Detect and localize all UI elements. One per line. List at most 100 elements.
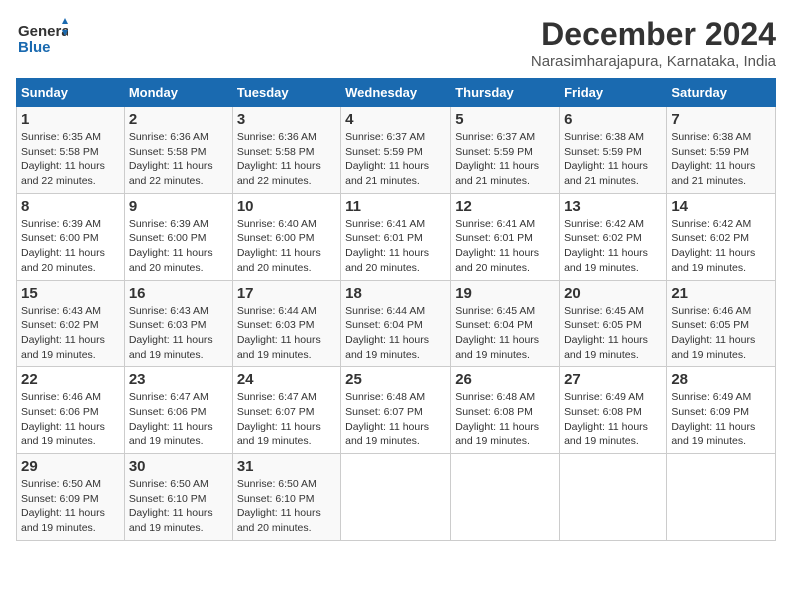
calendar-cell: [341, 454, 451, 541]
day-number: 19: [455, 285, 555, 302]
page-header: General Blue December 2024 Narasimharaja…: [16, 16, 776, 70]
day-info: Sunrise: 6:41 AMSunset: 6:01 PMDaylight:…: [455, 217, 555, 276]
day-info: Sunrise: 6:50 AMSunset: 6:10 PMDaylight:…: [237, 477, 336, 536]
calendar-cell: 3 Sunrise: 6:36 AMSunset: 5:58 PMDaylight…: [232, 107, 340, 194]
day-info: Sunrise: 6:50 AMSunset: 6:10 PMDaylight:…: [129, 477, 228, 536]
calendar-cell: 24 Sunrise: 6:47 AMSunset: 6:07 PMDayligh…: [232, 367, 340, 454]
title-block: December 2024 Narasimharajapura, Karnata…: [531, 16, 776, 70]
day-info: Sunrise: 6:40 AMSunset: 6:00 PMDaylight:…: [237, 217, 336, 276]
day-info: Sunrise: 6:47 AMSunset: 6:07 PMDaylight:…: [237, 390, 336, 449]
day-number: 22: [21, 371, 120, 388]
month-title: December 2024: [531, 16, 776, 53]
calendar-week-row: 22 Sunrise: 6:46 AMSunset: 6:06 PMDayligh…: [17, 367, 776, 454]
calendar-cell: 30 Sunrise: 6:50 AMSunset: 6:10 PMDayligh…: [124, 454, 232, 541]
day-number: 15: [21, 285, 120, 302]
calendar-cell: 22 Sunrise: 6:46 AMSunset: 6:06 PMDayligh…: [17, 367, 125, 454]
calendar-cell: 12 Sunrise: 6:41 AMSunset: 6:01 PMDayligh…: [451, 193, 560, 280]
calendar-cell: 2Sunrise: 6:36 AMSunset: 5:58 PMDaylight…: [124, 107, 232, 194]
calendar-cell: 23Sunrise: 6:47 AMSunset: 6:06 PMDayligh…: [124, 367, 232, 454]
day-info: Sunrise: 6:36 AMSunset: 5:58 PMDaylight:…: [129, 130, 228, 189]
day-number: 9: [129, 198, 228, 215]
day-number: 20: [564, 285, 662, 302]
day-number: 29: [21, 458, 120, 475]
calendar-cell: 26 Sunrise: 6:48 AMSunset: 6:08 PMDayligh…: [451, 367, 560, 454]
day-number: 30: [129, 458, 228, 475]
day-info: Sunrise: 6:50 AMSunset: 6:09 PMDaylight:…: [21, 477, 120, 536]
calendar-cell: 28 Sunrise: 6:49 AMSunset: 6:09 PMDayligh…: [667, 367, 776, 454]
calendar-cell: 15 Sunrise: 6:43 AMSunset: 6:02 PMDayligh…: [17, 280, 125, 367]
logo: General Blue: [16, 16, 68, 65]
day-number: 31: [237, 458, 336, 475]
day-info: Sunrise: 6:42 AMSunset: 6:02 PMDaylight:…: [564, 217, 662, 276]
weekday-header: Monday: [124, 79, 232, 107]
day-number: 11: [345, 198, 446, 215]
day-info: Sunrise: 6:49 AMSunset: 6:08 PMDaylight:…: [564, 390, 662, 449]
calendar-cell: 21Sunrise: 6:46 AMSunset: 6:05 PMDayligh…: [667, 280, 776, 367]
calendar-cell: 1Sunrise: 6:35 AMSunset: 5:58 PMDaylight…: [17, 107, 125, 194]
calendar-cell: 6Sunrise: 6:38 AMSunset: 5:59 PMDaylight…: [560, 107, 667, 194]
calendar-cell: 27Sunrise: 6:49 AMSunset: 6:08 PMDayligh…: [560, 367, 667, 454]
day-number: 3: [237, 111, 336, 128]
calendar-cell: 16Sunrise: 6:43 AMSunset: 6:03 PMDayligh…: [124, 280, 232, 367]
day-number: 26: [455, 371, 555, 388]
calendar-cell: 4 Sunrise: 6:37 AMSunset: 5:59 PMDaylight…: [341, 107, 451, 194]
day-number: 4: [345, 111, 446, 128]
day-number: 24: [237, 371, 336, 388]
day-info: Sunrise: 6:38 AMSunset: 5:59 PMDaylight:…: [671, 130, 771, 189]
day-info: Sunrise: 6:49 AMSunset: 6:09 PMDaylight:…: [671, 390, 771, 449]
weekday-header: Thursday: [451, 79, 560, 107]
calendar-cell: 13 Sunrise: 6:42 AMSunset: 6:02 PMDayligh…: [560, 193, 667, 280]
day-info: Sunrise: 6:42 AMSunset: 6:02 PMDaylight:…: [671, 217, 771, 276]
weekday-header-row: SundayMondayTuesdayWednesdayThursdayFrid…: [17, 79, 776, 107]
calendar-week-row: 8Sunrise: 6:39 AMSunset: 6:00 PMDaylight…: [17, 193, 776, 280]
calendar-cell: [667, 454, 776, 541]
svg-text:Blue: Blue: [18, 39, 51, 56]
day-info: Sunrise: 6:37 AMSunset: 5:59 PMDaylight:…: [345, 130, 446, 189]
calendar-table: SundayMondayTuesdayWednesdayThursdayFrid…: [16, 78, 776, 541]
day-info: Sunrise: 6:43 AMSunset: 6:03 PMDaylight:…: [129, 304, 228, 363]
day-number: 18: [345, 285, 446, 302]
day-info: Sunrise: 6:48 AMSunset: 6:08 PMDaylight:…: [455, 390, 555, 449]
weekday-header: Friday: [560, 79, 667, 107]
day-info: Sunrise: 6:44 AMSunset: 6:03 PMDaylight:…: [237, 304, 336, 363]
calendar-cell: 19 Sunrise: 6:45 AMSunset: 6:04 PMDayligh…: [451, 280, 560, 367]
calendar-cell: 18 Sunrise: 6:44 AMSunset: 6:04 PMDayligh…: [341, 280, 451, 367]
calendar-cell: 5 Sunrise: 6:37 AMSunset: 5:59 PMDaylight…: [451, 107, 560, 194]
weekday-header: Saturday: [667, 79, 776, 107]
day-number: 14: [671, 198, 771, 215]
calendar-cell: 7Sunrise: 6:38 AMSunset: 5:59 PMDaylight…: [667, 107, 776, 194]
day-info: Sunrise: 6:39 AMSunset: 6:00 PMDaylight:…: [21, 217, 120, 276]
calendar-cell: [451, 454, 560, 541]
day-number: 25: [345, 371, 446, 388]
day-info: Sunrise: 6:35 AMSunset: 5:58 PMDaylight:…: [21, 130, 120, 189]
day-info: Sunrise: 6:45 AMSunset: 6:04 PMDaylight:…: [455, 304, 555, 363]
calendar-cell: 8Sunrise: 6:39 AMSunset: 6:00 PMDaylight…: [17, 193, 125, 280]
weekday-header: Wednesday: [341, 79, 451, 107]
calendar-cell: 9Sunrise: 6:39 AMSunset: 6:00 PMDaylight…: [124, 193, 232, 280]
location-title: Narasimharajapura, Karnataka, India: [531, 53, 776, 70]
day-info: Sunrise: 6:44 AMSunset: 6:04 PMDaylight:…: [345, 304, 446, 363]
calendar-cell: 10 Sunrise: 6:40 AMSunset: 6:00 PMDayligh…: [232, 193, 340, 280]
day-number: 28: [671, 371, 771, 388]
day-info: Sunrise: 6:47 AMSunset: 6:06 PMDaylight:…: [129, 390, 228, 449]
calendar-cell: 31 Sunrise: 6:50 AMSunset: 6:10 PMDayligh…: [232, 454, 340, 541]
weekday-header: Tuesday: [232, 79, 340, 107]
calendar-cell: 17Sunrise: 6:44 AMSunset: 6:03 PMDayligh…: [232, 280, 340, 367]
calendar-cell: 20Sunrise: 6:45 AMSunset: 6:05 PMDayligh…: [560, 280, 667, 367]
calendar-cell: 14 Sunrise: 6:42 AMSunset: 6:02 PMDayligh…: [667, 193, 776, 280]
day-info: Sunrise: 6:43 AMSunset: 6:02 PMDaylight:…: [21, 304, 120, 363]
day-number: 6: [564, 111, 662, 128]
day-info: Sunrise: 6:46 AMSunset: 6:05 PMDaylight:…: [671, 304, 771, 363]
day-number: 10: [237, 198, 336, 215]
day-number: 5: [455, 111, 555, 128]
day-info: Sunrise: 6:36 AMSunset: 5:58 PMDaylight:…: [237, 130, 336, 189]
calendar-cell: 29 Sunrise: 6:50 AMSunset: 6:09 PMDayligh…: [17, 454, 125, 541]
day-info: Sunrise: 6:46 AMSunset: 6:06 PMDaylight:…: [21, 390, 120, 449]
svg-text:General: General: [18, 23, 68, 40]
day-info: Sunrise: 6:37 AMSunset: 5:59 PMDaylight:…: [455, 130, 555, 189]
calendar-week-row: 29 Sunrise: 6:50 AMSunset: 6:09 PMDayligh…: [17, 454, 776, 541]
calendar-cell: [560, 454, 667, 541]
day-number: 13: [564, 198, 662, 215]
day-number: 12: [455, 198, 555, 215]
calendar-cell: 25Sunrise: 6:48 AMSunset: 6:07 PMDayligh…: [341, 367, 451, 454]
